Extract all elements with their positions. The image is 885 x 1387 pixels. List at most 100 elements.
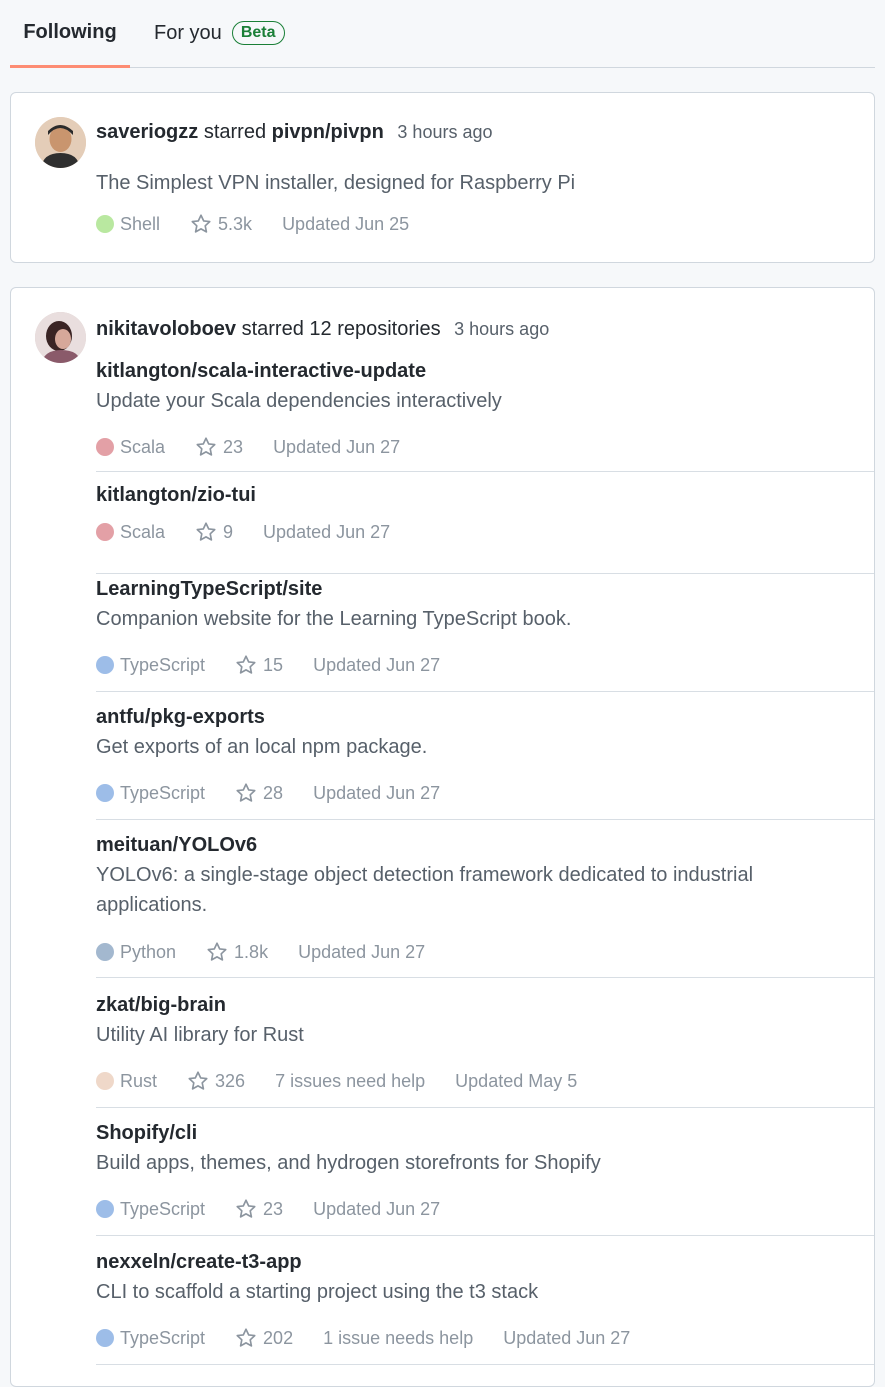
repo-language: TypeScript bbox=[120, 1327, 206, 1348]
repo-meta: Python 1.8k Updated Jun 27 bbox=[96, 940, 425, 964]
repo-list-item: Shopify/cli Build apps, themes, and hydro… bbox=[96, 1120, 874, 1236]
star-count[interactable]: 23 bbox=[235, 1198, 283, 1220]
repo-list-item: nexxeln/create-t3-app CLI to scaffold a s… bbox=[96, 1249, 874, 1365]
repo-meta: TypeScript 202 1 issue needs help Updated J… bbox=[96, 1326, 630, 1350]
updated-date: Updated Jun 27 bbox=[503, 1327, 631, 1348]
updated-date: Updated May 5 bbox=[455, 1070, 578, 1091]
star-count-value: 9 bbox=[223, 521, 234, 542]
tab-following-label: Following bbox=[23, 21, 117, 43]
repo-meta: TypeScript 15 Updated Jun 27 bbox=[96, 653, 440, 677]
repo-meta: Rust 326 7 issues need help Updated May 5 bbox=[96, 1069, 577, 1093]
event-time[interactable]: 3 hours ago bbox=[454, 319, 549, 339]
repo-meta: Scala 23 Updated Jun 27 bbox=[96, 435, 400, 459]
star-count-value: 5.3k bbox=[218, 213, 253, 234]
star-count-value: 23 bbox=[263, 1198, 284, 1219]
repo-list-item: kitlangton/zio-tui Scala 9 Updated Jun 27 bbox=[96, 482, 874, 574]
repo-language: TypeScript bbox=[120, 782, 206, 803]
repo-list-item: meituan/YOLOv6 YOLOv6: a single-stage obj… bbox=[96, 832, 874, 978]
star-icon bbox=[191, 214, 211, 233]
repo-language: Rust bbox=[120, 1070, 158, 1091]
language-color-dot bbox=[96, 943, 114, 961]
star-count[interactable]: 202 bbox=[235, 1327, 293, 1349]
star-count-value: 1.8k bbox=[234, 941, 269, 962]
tab-for-you[interactable]: For you Beta bbox=[154, 0, 285, 67]
repo-description: Companion website for the Learning TypeS… bbox=[96, 608, 572, 630]
language-color-dot bbox=[96, 1200, 114, 1218]
repo-link[interactable]: meituan/YOLOv6 bbox=[96, 832, 257, 858]
updated-date: Updated Jun 27 bbox=[273, 436, 401, 457]
star-icon bbox=[196, 437, 216, 456]
star-count[interactable]: 15 bbox=[235, 654, 283, 676]
star-icon bbox=[236, 655, 256, 674]
star-count-value: 15 bbox=[263, 654, 284, 675]
event-action: starred bbox=[203, 121, 267, 143]
repo-link[interactable]: antfu/pkg-exports bbox=[96, 704, 265, 730]
star-count[interactable]: 326 bbox=[187, 1070, 245, 1092]
language-color-dot bbox=[96, 784, 114, 802]
repo-description: The Simplest VPN installer, designed for… bbox=[96, 172, 576, 194]
repo-list-item: zkat/big-brain Utility AI library for Rus… bbox=[96, 992, 874, 1108]
repo-language: Python bbox=[120, 941, 177, 962]
star-count[interactable]: 5.3k bbox=[190, 213, 252, 235]
repo-list-item: kitlangton/scala-interactive-update Updat… bbox=[96, 358, 874, 472]
repo-link[interactable]: LearningTypeScript/site bbox=[96, 576, 322, 602]
star-count[interactable]: 1.8k bbox=[206, 941, 268, 963]
repo-link[interactable]: Shopify/cli bbox=[96, 1120, 197, 1146]
repo-list-item: LearningTypeScript/site Companion website… bbox=[96, 576, 874, 692]
star-count-value: 326 bbox=[215, 1070, 246, 1091]
updated-date: Updated Jun 25 bbox=[282, 213, 410, 234]
repo-link[interactable]: kitlangton/zio-tui bbox=[96, 482, 256, 508]
avatar[interactable] bbox=[35, 312, 86, 363]
language-color-dot bbox=[96, 523, 114, 541]
repo-meta: TypeScript 28 Updated Jun 27 bbox=[96, 781, 440, 805]
repo-meta: Shell 5.3k Updated Jun 25 bbox=[96, 212, 409, 236]
beta-badge: Beta bbox=[231, 21, 285, 45]
updated-date: Updated Jun 27 bbox=[298, 941, 426, 962]
repo-language: TypeScript bbox=[120, 1198, 206, 1219]
username-link[interactable]: nikitavoloboev bbox=[96, 318, 236, 340]
repo-language: Shell bbox=[120, 213, 161, 234]
repo-description: Utility AI library for Rust bbox=[96, 1024, 304, 1046]
language-color-dot bbox=[96, 1072, 114, 1090]
updated-date: Updated Jun 27 bbox=[313, 1198, 441, 1219]
language-color-dot bbox=[96, 656, 114, 674]
star-icon bbox=[207, 942, 227, 961]
event-action: starred 12 repositories bbox=[241, 318, 441, 340]
repo-link[interactable]: zkat/big-brain bbox=[96, 992, 226, 1018]
star-count[interactable]: 28 bbox=[235, 782, 283, 804]
event-time[interactable]: 3 hours ago bbox=[397, 122, 492, 142]
repo-link[interactable]: nexxeln/create-t3-app bbox=[96, 1249, 302, 1275]
repo-description: CLI to scaffold a starting project using… bbox=[96, 1281, 539, 1303]
feed-card-multi-star: nikitavoloboev starred 12 repositories 3… bbox=[10, 287, 875, 1387]
star-icon bbox=[236, 1328, 256, 1347]
event-headline: nikitavoloboev starred 12 repositories 3… bbox=[96, 318, 549, 341]
language-color-dot bbox=[96, 215, 114, 233]
star-icon bbox=[236, 1199, 256, 1218]
repo-language: Scala bbox=[120, 521, 166, 542]
repo-language: TypeScript bbox=[120, 654, 206, 675]
star-count-value: 202 bbox=[263, 1327, 294, 1348]
star-count[interactable]: 9 bbox=[195, 521, 233, 543]
star-icon bbox=[236, 783, 256, 802]
username-link[interactable]: saveriogzz bbox=[96, 121, 198, 143]
repo-list-item: antfu/pkg-exports Get exports of an local… bbox=[96, 704, 874, 820]
star-count[interactable]: 23 bbox=[195, 436, 243, 458]
tab-for-you-label: For you bbox=[154, 21, 222, 44]
language-color-dot bbox=[96, 438, 114, 456]
star-count-value: 28 bbox=[263, 782, 284, 803]
feed-tabs: Following For you Beta bbox=[10, 0, 875, 68]
tab-following[interactable]: Following bbox=[10, 0, 130, 68]
repo-description: Get exports of an local npm package. bbox=[96, 736, 428, 758]
repo-meta: Scala 9 Updated Jun 27 bbox=[96, 520, 390, 544]
repo-meta: TypeScript 23 Updated Jun 27 bbox=[96, 1197, 440, 1221]
avatar[interactable] bbox=[35, 117, 86, 168]
repo-description: Build apps, themes, and hydrogen storefr… bbox=[96, 1152, 601, 1174]
star-icon bbox=[188, 1071, 208, 1090]
language-color-dot bbox=[96, 1329, 114, 1347]
help-issues-link[interactable]: 7 issues need help bbox=[275, 1071, 425, 1092]
repo-description: YOLOv6: a single-stage object detection … bbox=[96, 864, 754, 916]
repo-link[interactable]: pivpn/pivpn bbox=[272, 121, 384, 143]
repo-link[interactable]: kitlangton/scala-interactive-update bbox=[96, 358, 426, 384]
repo-language: Scala bbox=[120, 436, 166, 457]
help-issues-link[interactable]: 1 issue needs help bbox=[323, 1328, 473, 1349]
